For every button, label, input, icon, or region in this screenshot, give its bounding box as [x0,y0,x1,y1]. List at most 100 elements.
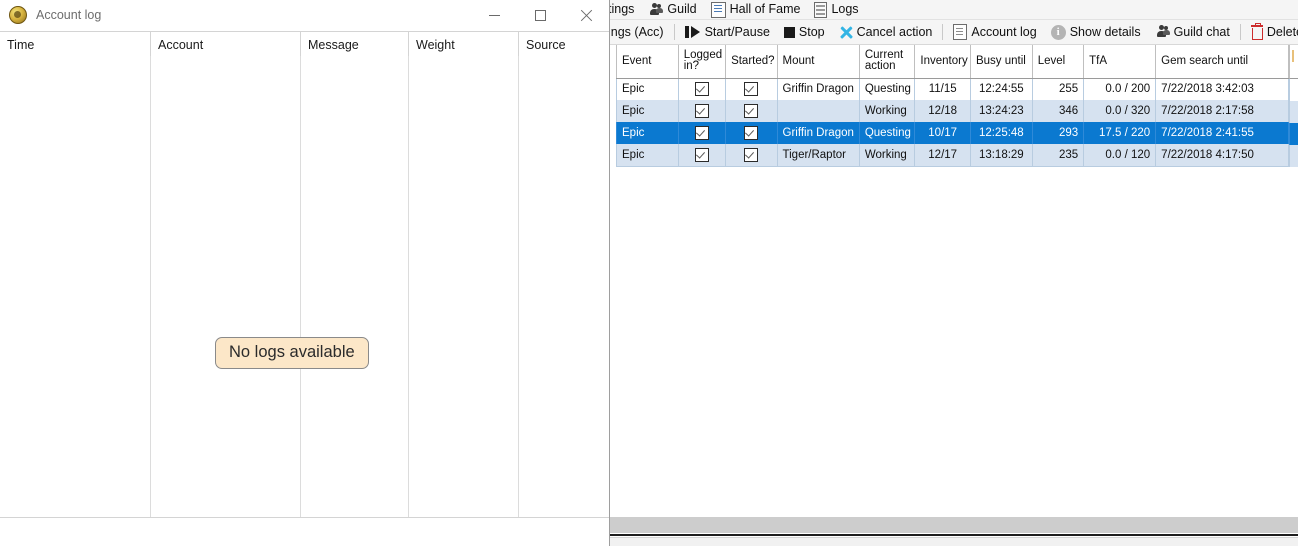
cell-logged-in[interactable] [678,100,727,122]
cell-busy-until: 13:24:23 [970,100,1033,122]
cell-level: 235 [1032,144,1085,167]
cell-busy-until: 13:18:29 [970,144,1033,167]
cell-event: Epic [616,122,679,144]
checkbox-checked-icon[interactable] [744,82,759,97]
checkbox-checked-icon[interactable] [744,126,759,140]
people-icon [648,2,664,17]
toolbar-item-hall-of-fame[interactable]: Hall of Fame [704,0,808,19]
close-icon [580,9,593,22]
cell-logged-in[interactable] [678,122,727,144]
column-header-inventory[interactable]: Inventory [914,45,971,79]
window-footer-strip [608,537,1298,546]
checkbox-checked-icon[interactable] [694,104,709,118]
empty-state-message: No logs available [215,337,369,369]
maximize-button[interactable] [517,0,563,30]
column-divider [300,56,301,517]
window-bottom-border [608,534,1298,536]
checkbox-checked-icon[interactable] [744,147,759,162]
cell-mount: Tiger/Raptor [777,144,860,167]
column-header-mount[interactable]: Mount [777,45,860,79]
toolbar-item-label: Cancel action [856,24,933,39]
column-header-event[interactable]: Event [616,45,679,79]
toolbar-item-label: Stop [798,24,825,39]
table-row[interactable]: Epic Griffin Dragon Questing 11/15 12:24… [616,78,1289,100]
toolbar-item-label: Account log [971,24,1037,39]
table-row[interactable]: Epic Working 12/18 13:24:23 346 0.0 / 32… [616,100,1289,122]
cell-logged-in[interactable] [678,144,727,167]
cell-event: Epic [616,144,679,167]
document-icon [953,24,968,40]
cell-started[interactable] [725,100,778,122]
column-header-started[interactable]: Started? [725,45,778,79]
toolbar-item-label: Guild chat [1173,24,1230,39]
toolbar-item-label: tings [608,2,635,17]
toolbar-item-guild[interactable]: Guild [641,0,703,19]
info-circle-icon: i [1050,24,1066,40]
column-divider [408,56,409,517]
column-divider [150,56,151,517]
accounts-data-grid[interactable]: Event Logged in? Started? Mount Current … [608,45,1298,173]
cyan-x-icon [839,25,853,40]
toolbar-item-account-log[interactable]: Account log [946,20,1043,44]
grid-partial-right-column[interactable] [1289,45,1298,173]
checkbox-checked-icon[interactable] [694,126,709,140]
toolbar-item-label: Show details [1069,24,1141,39]
toolbar-item-logs[interactable]: Logs [807,0,865,19]
cell-level: 293 [1032,122,1085,144]
account-log-window: Account log Time Account Message Weight … [0,0,610,546]
toolbar-item-settings-acc-partial[interactable]: ings (Acc) [608,20,671,44]
cell-event: Epic [616,100,679,122]
list-document-icon [710,1,726,18]
minimize-button[interactable] [471,0,517,30]
toolbar-separator [1239,24,1241,40]
cell-started[interactable] [725,78,778,100]
cell-busy-until: 12:24:55 [970,78,1033,100]
column-header-partial[interactable] [1289,45,1298,79]
checkbox-checked-icon[interactable] [694,147,709,162]
toolbar-item-guild-chat[interactable]: Guild chat [1148,20,1237,44]
log-table-body[interactable]: No logs available [0,56,609,517]
checkbox-checked-icon[interactable] [694,82,709,97]
toolbar-item-cancel-action[interactable]: Cancel action [832,20,940,44]
cell-tfa: 0.0 / 120 [1083,144,1157,167]
toolbar-item-show-details[interactable]: i Show details [1044,20,1148,44]
toolbar-item-delete[interactable]: Delete [1244,20,1298,44]
column-header-gem-search-until[interactable]: Gem search until [1155,45,1289,79]
stop-square-icon [783,26,795,38]
close-button[interactable] [563,0,609,30]
column-divider [518,56,519,517]
cell-current-action: Working [859,100,916,122]
cell-inventory: 12/18 [914,100,971,122]
column-header-account[interactable]: Account [150,32,300,57]
cell-partial [1289,101,1298,123]
column-header-source[interactable]: Source [518,32,609,57]
cell-mount [777,100,860,122]
column-header-weight[interactable]: Weight [408,32,518,57]
table-row-selected[interactable]: Epic Griffin Dragon Questing 10/17 12:25… [616,122,1289,144]
table-row[interactable]: Epic Tiger/Raptor Working 12/17 13:18:29… [616,144,1289,167]
horizontal-scrollbar[interactable] [608,517,1298,533]
cell-inventory: 10/17 [914,122,971,144]
maximize-icon [534,9,546,21]
accounts-table: Event Logged in? Started? Mount Current … [616,45,1289,167]
column-header-message[interactable]: Message [300,32,408,57]
window-title: Account log [36,7,102,22]
column-header-tfa[interactable]: TfA [1083,45,1157,79]
log-table-header: Time Account Message Weight Source [0,31,609,58]
column-header-logged-in[interactable]: Logged in? [678,45,727,79]
column-header-current-action[interactable]: Current action [859,45,916,79]
column-header-time[interactable]: Time [0,32,150,57]
cell-logged-in[interactable] [678,78,727,100]
cell-mount: Griffin Dragon [777,78,860,100]
checkbox-checked-icon[interactable] [744,104,759,118]
cell-level: 346 [1032,100,1085,122]
column-header-level[interactable]: Level [1032,45,1085,79]
account-log-title-bar[interactable]: Account log [0,0,609,31]
cell-started[interactable] [725,122,778,144]
toolbar-item-start-pause[interactable]: Start/Pause [678,20,777,44]
cell-started[interactable] [725,144,778,167]
column-header-busy-until[interactable]: Busy until [970,45,1033,79]
toolbar-item-stop[interactable]: Stop [777,20,832,44]
toolbar-item-settings-partial[interactable]: tings [608,0,641,19]
cell-busy-until: 12:25:48 [970,122,1033,144]
